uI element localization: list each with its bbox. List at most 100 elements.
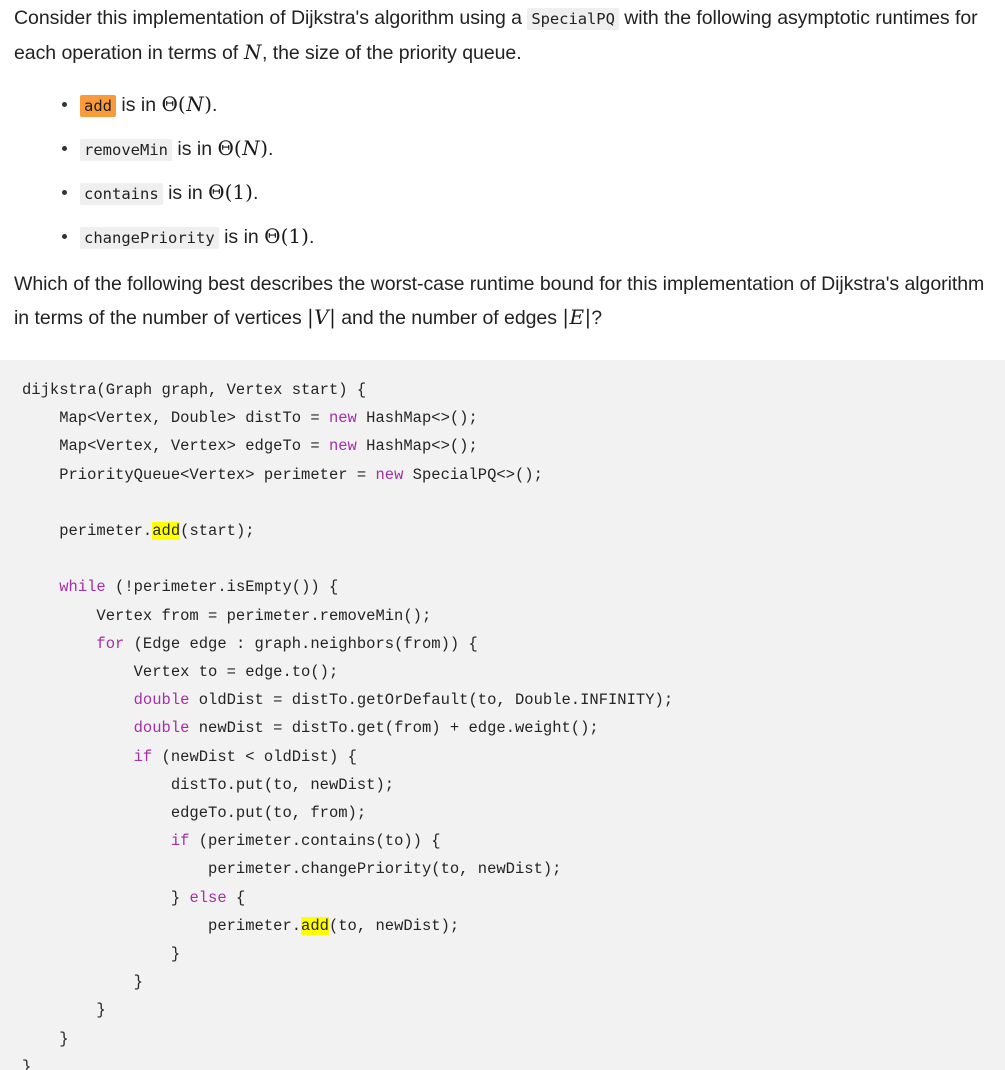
code-line: Vertex from = perimeter.removeMin(); bbox=[22, 607, 431, 625]
prose-section: Consider this implementation of Dijkstra… bbox=[0, 0, 1005, 335]
code-line: dijkstra(Graph graph, Vertex start) { bbox=[22, 381, 366, 399]
code-keyword: new bbox=[375, 465, 404, 484]
code-line: if (newDist < oldDist) { bbox=[22, 748, 357, 766]
op-text-0: is in bbox=[116, 94, 162, 116]
code-content: dijkstra(Graph graph, Vertex start) { Ma… bbox=[22, 381, 673, 1070]
code-keyword: if bbox=[170, 832, 190, 851]
list-item: contains is in Θ(1). bbox=[14, 178, 995, 208]
code-text: HashMap<>(); bbox=[356, 437, 478, 456]
code-keyword: else bbox=[189, 888, 227, 907]
code-line: } bbox=[22, 973, 143, 991]
code-keyword: double bbox=[133, 719, 190, 738]
code-text: (newDist < oldDist) { bbox=[152, 747, 357, 766]
op-text-2: is in bbox=[162, 182, 209, 204]
code-keyword: if bbox=[133, 747, 153, 766]
code-text: } bbox=[22, 945, 181, 964]
math-n: N bbox=[244, 40, 262, 64]
op-suffix-2: . bbox=[252, 182, 259, 204]
code-keyword: for bbox=[96, 634, 125, 653]
code-line: for (Edge edge : graph.neighbors(from)) … bbox=[22, 634, 478, 653]
code-line: perimeter.add(start); bbox=[22, 522, 255, 541]
code-line: } bbox=[22, 1029, 69, 1048]
code-text: } bbox=[22, 1001, 106, 1020]
code-text: perimeter.changePriority(to, newDist); bbox=[22, 860, 562, 879]
code-line: distTo.put(to, newDist); bbox=[22, 776, 394, 794]
code-text: SpecialPQ<>(); bbox=[403, 465, 543, 484]
code-text: } bbox=[22, 973, 143, 992]
code-text: Vertex from = perimeter.removeMin(); bbox=[22, 606, 432, 625]
question-paragraph: Which of the following best describes th… bbox=[14, 252, 995, 335]
code-text: } bbox=[22, 1057, 32, 1070]
code-text: newDist = distTo.get(from) + edge.weight… bbox=[189, 719, 599, 738]
code-line: edgeTo.put(to, from); bbox=[22, 804, 366, 822]
operations-list: add is in Θ(N). removeMin is in Θ(N). co… bbox=[14, 90, 995, 252]
code-text: (perimeter.contains(to)) { bbox=[189, 832, 441, 851]
op-suffix-1: . bbox=[268, 138, 274, 160]
math-complexity-3: Θ(1) bbox=[264, 224, 309, 248]
code-text: Map<Vertex, Double> distTo = bbox=[22, 409, 329, 428]
code-text: } bbox=[22, 1029, 69, 1048]
code-line: } bbox=[22, 1001, 106, 1020]
code-line: Vertex to = edge.to(); bbox=[22, 663, 339, 681]
math-complexity-1: Θ(N) bbox=[217, 136, 269, 160]
op-suffix-0: . bbox=[212, 94, 218, 116]
math-complexity-2: Θ(1) bbox=[208, 180, 253, 204]
op-name-add: add bbox=[80, 95, 116, 117]
code-text: perimeter. bbox=[22, 522, 153, 541]
code-line: PriorityQueue<Vertex> perimeter = new Sp… bbox=[22, 466, 543, 484]
math-edges: |E| bbox=[562, 305, 592, 329]
code-text: edgeTo.put(to, from); bbox=[22, 804, 367, 823]
code-text: HashMap<>(); bbox=[356, 409, 478, 428]
code-text: (Edge edge : graph.neighbors(from)) { bbox=[124, 634, 478, 653]
op-suffix-3: . bbox=[308, 226, 315, 248]
code-keyword: while bbox=[59, 578, 106, 597]
op-name-contains: contains bbox=[80, 183, 163, 205]
op-text-1: is in bbox=[172, 138, 218, 160]
code-line: } bbox=[22, 1058, 31, 1070]
intro-paragraph: Consider this implementation of Dijkstra… bbox=[14, 0, 995, 70]
code-keyword: new bbox=[328, 437, 357, 456]
code-line: } bbox=[22, 945, 180, 963]
code-line: Map<Vertex, Vertex> edgeTo = new HashMap… bbox=[22, 437, 478, 455]
code-line: while (!perimeter.isEmpty()) { bbox=[22, 578, 338, 596]
code-text: Map<Vertex, Vertex> edgeTo = bbox=[22, 437, 329, 456]
code-line: } else { bbox=[22, 889, 245, 907]
code-text: (start); bbox=[180, 522, 255, 541]
math-vertices: |V| bbox=[307, 305, 336, 329]
code-line: perimeter.changePriority(to, newDist); bbox=[22, 860, 562, 879]
op-text-3: is in bbox=[218, 226, 265, 248]
question-page: Consider this implementation of Dijkstra… bbox=[0, 0, 1005, 1070]
list-item: add is in Θ(N). bbox=[14, 90, 995, 120]
code-text: (!perimeter.isEmpty()) { bbox=[105, 578, 339, 597]
code-text: PriorityQueue<Vertex> perimeter = bbox=[22, 465, 376, 484]
question-text-part2: and the number of edges bbox=[335, 307, 563, 329]
code-text: } bbox=[22, 888, 190, 907]
code-keyword: double bbox=[133, 691, 190, 710]
code-keyword: new bbox=[328, 409, 357, 428]
code-text: { bbox=[226, 888, 246, 907]
code-text: distTo.put(to, newDist); bbox=[22, 775, 395, 794]
code-block-dijkstra: dijkstra(Graph graph, Vertex start) { Ma… bbox=[0, 360, 1005, 1070]
code-text: dijkstra(Graph graph, Vertex start) { bbox=[22, 381, 367, 399]
code-line: Map<Vertex, Double> distTo = new HashMap… bbox=[22, 409, 478, 427]
code-text: perimeter. bbox=[22, 916, 302, 935]
code-line: if (perimeter.contains(to)) { bbox=[22, 832, 441, 850]
code-text: (to, newDist); bbox=[328, 916, 460, 935]
code-text: oldDist = distTo.getOrDefault(to, Double… bbox=[189, 691, 674, 710]
code-line: double newDist = distTo.get(from) + edge… bbox=[22, 719, 599, 737]
intro-text-part1: Consider this implementation of Dijkstra… bbox=[14, 7, 528, 29]
op-name-changepriority: changePriority bbox=[80, 227, 219, 249]
inline-code-specialpq: SpecialPQ bbox=[527, 8, 619, 30]
op-name-removemin: removeMin bbox=[80, 139, 172, 161]
intro-text-part3: , the size of the priority queue. bbox=[261, 42, 522, 64]
code-highlight-add: add bbox=[152, 522, 181, 541]
code-line: double oldDist = distTo.getOrDefault(to,… bbox=[22, 691, 674, 710]
code-line: perimeter.add(to, newDist); bbox=[22, 916, 460, 935]
list-item: removeMin is in Θ(N). bbox=[14, 134, 995, 164]
